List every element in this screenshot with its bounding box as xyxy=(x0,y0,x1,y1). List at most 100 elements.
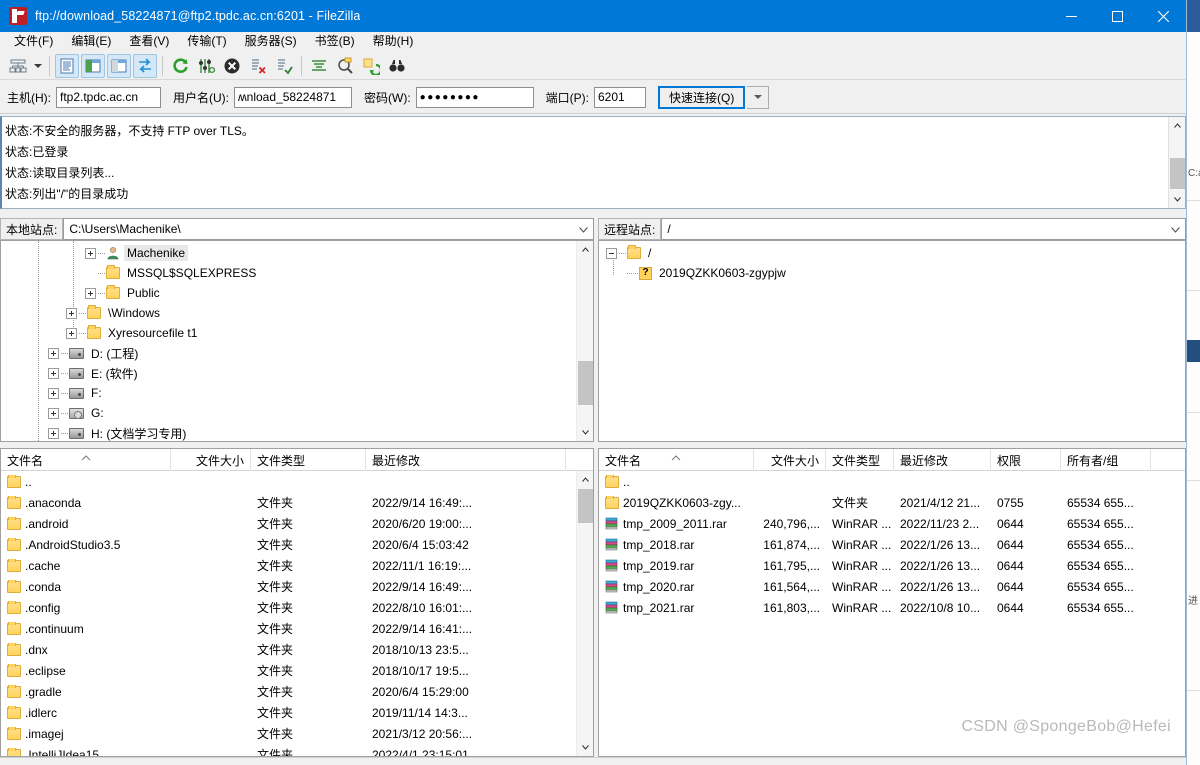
site-manager-dropdown-button[interactable] xyxy=(31,54,45,78)
tree-item-drive-e[interactable]: E: (软件) xyxy=(1,363,575,383)
disconnect-button[interactable] xyxy=(246,54,270,78)
column-header-permissions[interactable]: 权限 xyxy=(991,449,1061,471)
tree-item-drive-d[interactable]: D: (工程) xyxy=(1,343,575,363)
tree-item-public[interactable]: Public xyxy=(1,283,575,303)
menu-server[interactable]: 服务器(S) xyxy=(236,32,306,51)
tree-expander-icon[interactable] xyxy=(48,428,59,439)
tree-expander-icon[interactable] xyxy=(66,308,77,319)
toggle-local-tree-button[interactable] xyxy=(81,54,105,78)
maximize-button[interactable] xyxy=(1094,0,1140,32)
local-tree-scrollbar[interactable] xyxy=(576,241,593,441)
tree-item-windows[interactable]: \Windows xyxy=(1,303,575,323)
table-row[interactable]: .gradle 文件夹 2020/6/4 15:29:00 xyxy=(1,681,576,702)
column-header-filename[interactable]: 文件名 xyxy=(599,449,754,471)
table-row[interactable]: .IntelliJIdea15 文件夹 2022/4/1 23:15:01 xyxy=(1,744,576,756)
column-header-filetype[interactable]: 文件类型 xyxy=(251,449,366,471)
username-input[interactable]: ʍnload_58224871 xyxy=(234,87,352,108)
remote-directory-tree[interactable]: / ? 2019QZKK0603-zgypjw xyxy=(598,240,1186,442)
menu-view[interactable]: 查看(V) xyxy=(120,32,178,51)
tree-expander-icon[interactable] xyxy=(48,348,59,359)
table-row[interactable]: .AndroidStudio3.5 文件夹 2020/6/4 15:03:42 xyxy=(1,534,576,555)
column-header-filetype[interactable]: 文件类型 xyxy=(826,449,894,471)
scroll-up-button[interactable] xyxy=(577,471,594,488)
table-row[interactable]: tmp_2018.rar 161,874,... WinRAR ... 2022… xyxy=(599,534,1185,555)
table-row[interactable]: .android 文件夹 2020/6/20 19:00:... xyxy=(1,513,576,534)
search-remote-files-button[interactable] xyxy=(385,54,409,78)
table-row[interactable]: 2019QZKK0603-zgy... 文件夹 2021/4/12 21... … xyxy=(599,492,1185,513)
table-row[interactable]: .cache 文件夹 2022/11/1 16:19:... xyxy=(1,555,576,576)
synchronized-browsing-button[interactable] xyxy=(359,54,383,78)
column-header-owner-group[interactable]: 所有者/组 xyxy=(1061,449,1151,471)
tree-item-machenike[interactable]: Machenike xyxy=(1,243,575,263)
table-row[interactable]: .imagej 文件夹 2021/3/12 20:56:... xyxy=(1,723,576,744)
table-row[interactable]: .eclipse 文件夹 2018/10/17 19:5... xyxy=(1,660,576,681)
toggle-transfer-queue-button[interactable] xyxy=(133,54,157,78)
menu-edit[interactable]: 编辑(E) xyxy=(62,32,120,51)
refresh-button[interactable] xyxy=(168,54,192,78)
scrollbar-thumb[interactable] xyxy=(578,361,593,405)
table-row[interactable]: tmp_2020.rar 161,564,... WinRAR ... 2022… xyxy=(599,576,1185,597)
tree-collapse-icon[interactable] xyxy=(606,248,617,259)
menu-file[interactable]: 文件(F) xyxy=(5,32,62,51)
tree-item-drive-h[interactable]: H: (文档学习专用) xyxy=(1,423,575,442)
scroll-down-button[interactable] xyxy=(577,424,594,441)
tree-item-xyresourcefile[interactable]: Xyresourcefile t1 xyxy=(1,323,575,343)
tree-item-2019qzkk[interactable]: ? 2019QZKK0603-zgypjw xyxy=(599,263,1183,283)
column-header-filesize[interactable]: 文件大小 xyxy=(171,449,251,471)
remote-file-list-body[interactable]: .. 2019QZKK0603-zgy... 文件夹 2021/4/12 21.… xyxy=(599,471,1185,756)
filter-button[interactable] xyxy=(307,54,331,78)
reconnect-button[interactable] xyxy=(272,54,296,78)
menu-help[interactable]: 帮助(H) xyxy=(364,32,423,51)
table-row[interactable]: .anaconda 文件夹 2022/9/14 16:49:... xyxy=(1,492,576,513)
site-manager-button[interactable] xyxy=(6,54,30,78)
table-row[interactable]: tmp_2019.rar 161,795,... WinRAR ... 2022… xyxy=(599,555,1185,576)
tree-expander-icon[interactable] xyxy=(48,388,59,399)
table-row[interactable]: .continuum 文件夹 2022/9/14 16:41:... xyxy=(1,618,576,639)
tree-item-drive-f[interactable]: F: xyxy=(1,383,575,403)
tree-expander-icon[interactable] xyxy=(66,328,77,339)
toggle-message-log-button[interactable] xyxy=(55,54,79,78)
local-directory-tree[interactable]: Machenike MSSQL$SQLEXPRESS Public xyxy=(0,240,594,442)
quickconnect-history-button[interactable] xyxy=(747,86,769,109)
table-row[interactable]: tmp_2021.rar 161,803,... WinRAR ... 2022… xyxy=(599,597,1185,618)
table-row[interactable]: .conda 文件夹 2022/9/14 16:49:... xyxy=(1,576,576,597)
host-input[interactable]: ftp2.tpdc.ac.cn xyxy=(56,87,161,108)
tree-expander-icon[interactable] xyxy=(48,408,59,419)
local-site-path-combo[interactable]: C:\Users\Machenike\ xyxy=(63,218,594,240)
scroll-up-button[interactable] xyxy=(1169,117,1186,134)
table-row[interactable]: .config 文件夹 2022/8/10 16:01:... xyxy=(1,597,576,618)
background-window-sliver[interactable]: C:a 进 xyxy=(1186,0,1200,765)
table-row[interactable]: .dnx 文件夹 2018/10/13 23:5... xyxy=(1,639,576,660)
menu-transfer[interactable]: 传输(T) xyxy=(178,32,235,51)
scrollbar-thumb[interactable] xyxy=(578,489,593,523)
local-file-list-body[interactable]: .. .anaconda 文件夹 2022/9/14 16:49:... .an… xyxy=(1,471,576,756)
password-input[interactable]: ●●●●●●●● xyxy=(416,87,534,108)
remote-file-list[interactable]: 文件名 文件大小 文件类型 最近修改 权限 所有者/组 xyxy=(598,448,1186,757)
scroll-down-button[interactable] xyxy=(577,739,594,756)
local-file-list[interactable]: 文件名 文件大小 文件类型 最近修改 .. xyxy=(0,448,594,757)
scroll-up-button[interactable] xyxy=(577,241,594,258)
tree-expander-icon[interactable] xyxy=(85,248,96,259)
column-header-modified[interactable]: 最近修改 xyxy=(894,449,991,471)
column-header-filesize[interactable]: 文件大小 xyxy=(754,449,826,471)
table-row[interactable]: .. xyxy=(1,471,576,492)
tree-expander-icon[interactable] xyxy=(85,288,96,299)
close-button[interactable] xyxy=(1140,0,1186,32)
minimize-button[interactable] xyxy=(1048,0,1094,32)
column-header-filename[interactable]: 文件名 xyxy=(1,449,171,471)
table-row[interactable]: tmp_2009_2011.rar 240,796,... WinRAR ...… xyxy=(599,513,1185,534)
toggle-remote-tree-button[interactable] xyxy=(107,54,131,78)
process-queue-button[interactable] xyxy=(194,54,218,78)
tree-item-drive-g[interactable]: G: xyxy=(1,403,575,423)
scrollbar-thumb[interactable] xyxy=(1170,158,1185,189)
message-log-scrollbar[interactable] xyxy=(1168,117,1185,208)
quickconnect-button[interactable]: 快速连接(Q) xyxy=(658,86,745,109)
column-header-modified[interactable]: 最近修改 xyxy=(366,449,566,471)
table-row[interactable]: .. xyxy=(599,471,1185,492)
cancel-operation-button[interactable] xyxy=(220,54,244,78)
tree-item-mssql[interactable]: MSSQL$SQLEXPRESS xyxy=(1,263,575,283)
tree-expander-icon[interactable] xyxy=(48,368,59,379)
local-file-list-scrollbar[interactable] xyxy=(576,471,593,756)
port-input[interactable]: 6201 xyxy=(594,87,646,108)
remote-site-path-combo[interactable]: / xyxy=(661,218,1186,240)
